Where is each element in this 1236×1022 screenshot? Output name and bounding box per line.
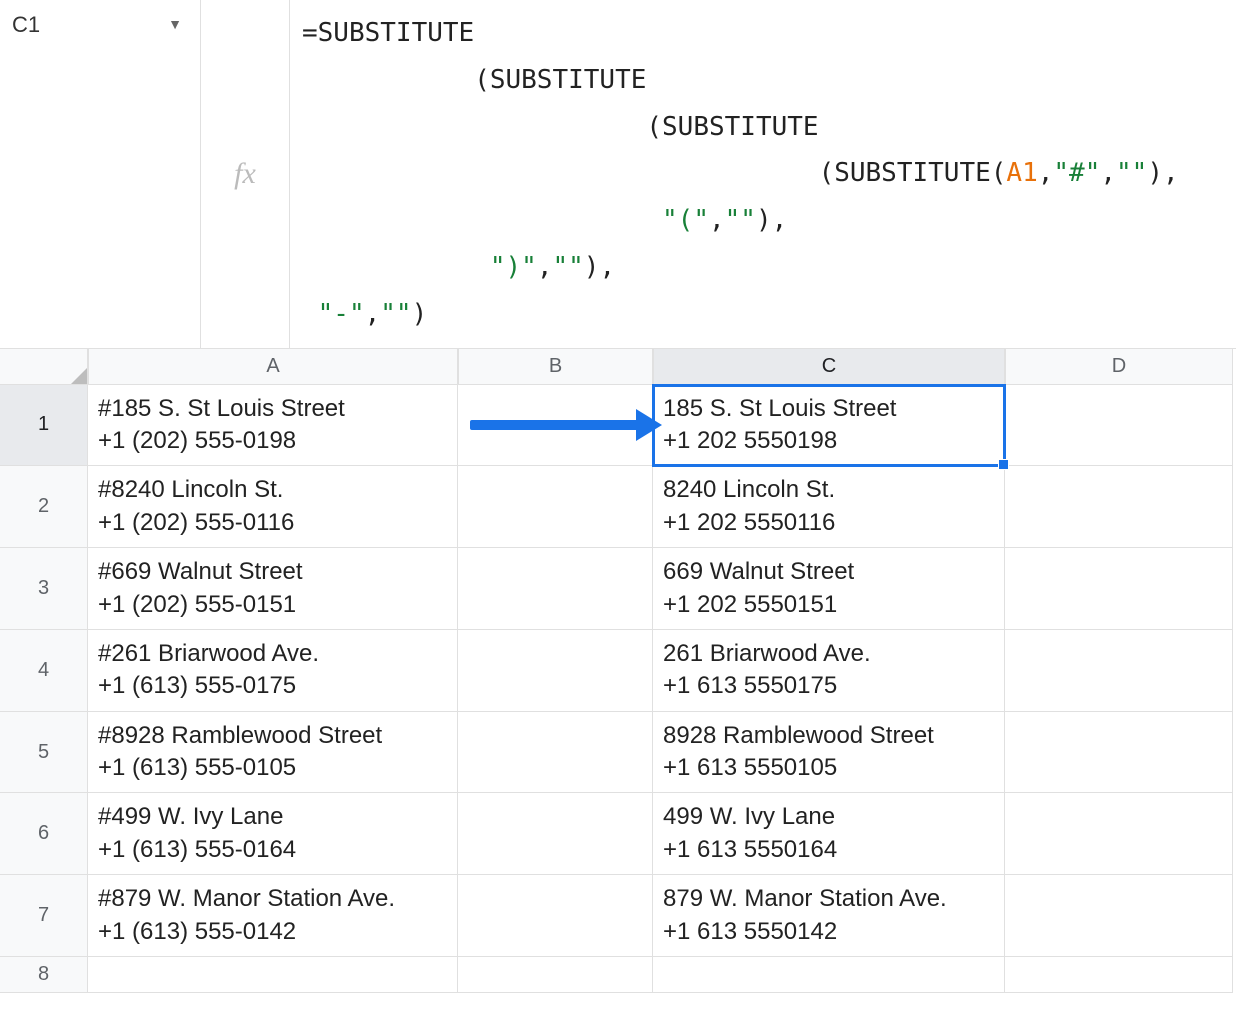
cell-A8[interactable]: [88, 957, 458, 993]
cell-A7[interactable]: #879 W. Manor Station Ave. +1 (613) 555-…: [88, 875, 458, 957]
cell-A3[interactable]: #669 Walnut Street +1 (202) 555-0151: [88, 548, 458, 630]
cell-C2[interactable]: 8240 Lincoln St. +1 202 5550116: [653, 466, 1005, 548]
cell-A4[interactable]: #261 Briarwood Ave. +1 (613) 555-0175: [88, 630, 458, 712]
cell-D3[interactable]: [1005, 548, 1233, 630]
cell-A5[interactable]: #8928 Ramblewood Street +1 (613) 555-010…: [88, 712, 458, 794]
cell-B2[interactable]: [458, 466, 653, 548]
col-header-A[interactable]: A: [88, 349, 458, 385]
cell-B4[interactable]: [458, 630, 653, 712]
row-header-7[interactable]: 7: [0, 875, 88, 957]
row-header-4[interactable]: 4: [0, 630, 88, 712]
cell-C7[interactable]: 879 W. Manor Station Ave. +1 613 5550142: [653, 875, 1005, 957]
row-header-8[interactable]: 8: [0, 957, 88, 993]
row-header-3[interactable]: 3: [0, 548, 88, 630]
row-header-6[interactable]: 6: [0, 793, 88, 875]
cell-C1[interactable]: 185 S. St Louis Street +1 202 5550198: [653, 385, 1005, 467]
name-box-value: C1: [12, 8, 168, 38]
cell-A2[interactable]: #8240 Lincoln St. +1 (202) 555-0116: [88, 466, 458, 548]
col-header-D[interactable]: D: [1005, 349, 1233, 385]
cell-C6[interactable]: 499 W. Ivy Lane +1 613 5550164: [653, 793, 1005, 875]
row-header-2[interactable]: 2: [0, 466, 88, 548]
name-box[interactable]: C1 ▼: [0, 0, 200, 348]
cell-D8[interactable]: [1005, 957, 1233, 993]
fx-icon: fx: [234, 157, 256, 191]
cell-D5[interactable]: [1005, 712, 1233, 794]
spreadsheet-grid[interactable]: A B C D 1 #185 S. St Louis Street +1 (20…: [0, 349, 1236, 993]
cell-D7[interactable]: [1005, 875, 1233, 957]
cell-B7[interactable]: [458, 875, 653, 957]
formula-bar[interactable]: =SUBSTITUTE (SUBSTITUTE (SUBSTITUTE (SUB…: [290, 0, 1236, 348]
col-header-B[interactable]: B: [458, 349, 653, 385]
formula-bar-area: C1 ▼ fx =SUBSTITUTE (SUBSTITUTE (SUBSTIT…: [0, 0, 1236, 349]
cell-B3[interactable]: [458, 548, 653, 630]
arrow-right-icon: [470, 420, 640, 430]
cell-C3[interactable]: 669 Walnut Street +1 202 5550151: [653, 548, 1005, 630]
cell-A6[interactable]: #499 W. Ivy Lane +1 (613) 555-0164: [88, 793, 458, 875]
cell-D4[interactable]: [1005, 630, 1233, 712]
select-all-corner[interactable]: [0, 349, 88, 385]
cell-C8[interactable]: [653, 957, 1005, 993]
cell-D6[interactable]: [1005, 793, 1233, 875]
cell-B5[interactable]: [458, 712, 653, 794]
cell-B1[interactable]: [458, 385, 653, 467]
cell-D1[interactable]: [1005, 385, 1233, 467]
cell-D2[interactable]: [1005, 466, 1233, 548]
row-header-1[interactable]: 1: [0, 385, 88, 467]
fx-icon-column: fx: [200, 0, 290, 348]
cell-C5[interactable]: 8928 Ramblewood Street +1 613 5550105: [653, 712, 1005, 794]
row-header-5[interactable]: 5: [0, 712, 88, 794]
cell-C4[interactable]: 261 Briarwood Ave. +1 613 5550175: [653, 630, 1005, 712]
cell-B6[interactable]: [458, 793, 653, 875]
col-header-C[interactable]: C: [653, 349, 1005, 385]
cell-A1[interactable]: #185 S. St Louis Street +1 (202) 555-019…: [88, 385, 458, 467]
chevron-down-icon[interactable]: ▼: [168, 8, 188, 32]
cell-B8[interactable]: [458, 957, 653, 993]
